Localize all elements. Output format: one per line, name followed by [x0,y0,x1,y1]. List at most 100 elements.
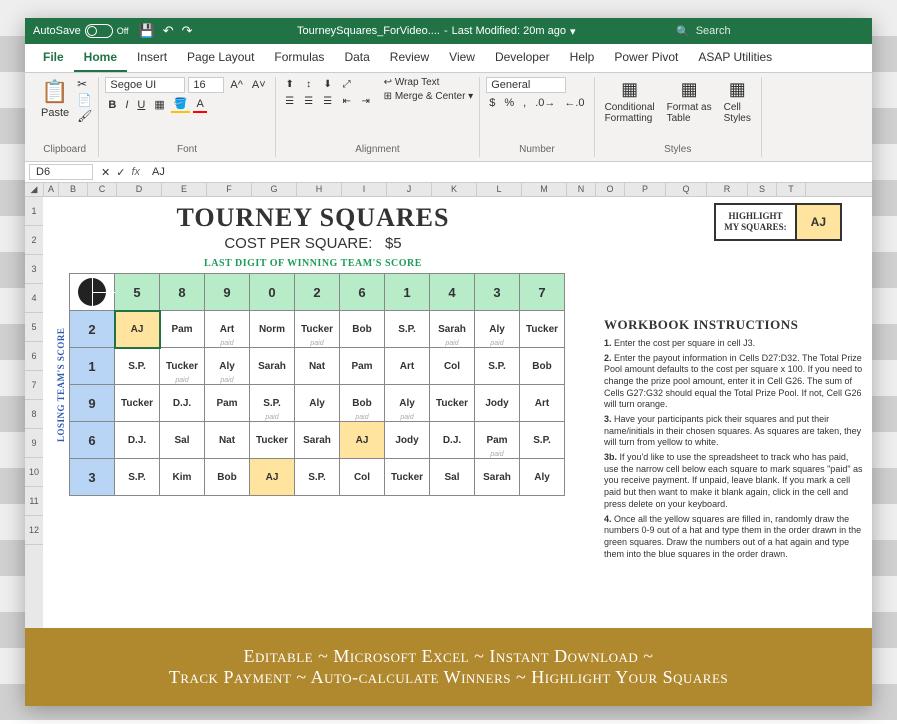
row-header[interactable]: 2 [25,226,43,255]
top-number-cell[interactable]: 3 [475,274,520,311]
square-cell[interactable]: AJ [250,459,295,496]
top-number-cell[interactable]: 5 [115,274,160,311]
align-top-icon[interactable]: ⬆ [282,77,298,91]
underline-button[interactable]: U [134,98,148,112]
col-header[interactable]: A [44,183,59,196]
col-header[interactable]: D [117,183,162,196]
row-header[interactable]: 3 [25,255,43,284]
cell-styles-button[interactable]: ▦Cell Styles [720,77,755,126]
copy-icon[interactable]: 📄 [77,93,92,107]
col-header[interactable]: T [777,183,806,196]
square-cell[interactable]: Tucker [250,422,295,459]
increase-decimal-icon[interactable]: .0→ [532,96,558,110]
italic-button[interactable]: I [122,98,131,112]
square-cell[interactable]: AJ [340,422,385,459]
left-number-cell[interactable]: 9 [70,385,115,422]
col-header[interactable]: G [252,183,297,196]
square-cell[interactable]: Sarahpaid [430,311,475,348]
font-color-icon[interactable]: A [193,97,206,113]
align-right-icon[interactable]: ☰ [320,94,336,108]
increase-indent-icon[interactable]: ⇥ [358,94,374,108]
square-cell[interactable]: Pam [340,348,385,385]
autosave-toggle[interactable]: AutoSave Off [33,24,129,38]
tab-view[interactable]: View [439,44,485,72]
search-box[interactable]: 🔍 Search [668,23,864,40]
square-cell[interactable]: AJ [115,311,160,348]
square-cell[interactable]: Pam [160,311,205,348]
square-cell[interactable]: Alypaid [205,348,250,385]
merge-center-button[interactable]: ⊞ Merge & Center ▾ [384,91,474,102]
square-cell[interactable]: Pam [205,385,250,422]
col-header[interactable]: L [477,183,522,196]
square-cell[interactable]: Kim [160,459,205,496]
col-header[interactable]: I [342,183,387,196]
row-header[interactable]: 12 [25,516,43,545]
square-cell[interactable]: Bobpaid [340,385,385,422]
square-cell[interactable]: Aly [295,385,340,422]
square-cell[interactable]: Artpaid [205,311,250,348]
square-cell[interactable]: D.J. [115,422,160,459]
row-header[interactable]: 5 [25,313,43,342]
col-header[interactable]: K [432,183,477,196]
cost-value[interactable]: $5 [385,235,402,252]
col-header[interactable]: S [748,183,777,196]
tab-data[interactable]: Data [334,44,379,72]
square-cell[interactable]: Tucker [115,385,160,422]
col-header[interactable]: E [162,183,207,196]
percent-icon[interactable]: % [501,96,517,110]
font-size-select[interactable]: 16 [188,77,224,93]
number-format-select[interactable]: General [486,77,566,93]
col-header[interactable]: Q [666,183,707,196]
top-number-cell[interactable]: 9 [205,274,250,311]
col-header[interactable]: P [625,183,666,196]
square-cell[interactable]: S.P. [385,311,430,348]
square-cell[interactable]: Bob [520,348,565,385]
square-cell[interactable]: Jody [385,422,430,459]
col-header[interactable]: M [522,183,567,196]
col-header[interactable]: B [59,183,88,196]
col-header[interactable]: R [707,183,748,196]
square-cell[interactable]: Nat [205,422,250,459]
highlight-value-cell[interactable]: AJ [795,205,840,239]
align-center-icon[interactable]: ☰ [301,94,317,108]
chevron-down-icon[interactable]: ▾ [570,25,576,38]
format-as-table-button[interactable]: ▦Format as Table [663,77,716,126]
save-icon[interactable]: 💾 [139,23,155,39]
tab-home[interactable]: Home [74,44,127,72]
tab-power-pivot[interactable]: Power Pivot [604,44,688,72]
square-cell[interactable]: Sal [430,459,475,496]
tab-help[interactable]: Help [560,44,605,72]
square-cell[interactable]: Tucker [520,311,565,348]
square-cell[interactable]: Tucker [385,459,430,496]
fill-color-icon[interactable]: 🪣 [171,96,191,113]
square-cell[interactable]: Col [340,459,385,496]
row-header[interactable]: 4 [25,284,43,313]
square-cell[interactable]: Pampaid [475,422,520,459]
square-cell[interactable]: Jody [475,385,520,422]
square-cell[interactable]: S.P. [520,422,565,459]
row-header[interactable]: 8 [25,400,43,429]
square-cell[interactable]: Bob [205,459,250,496]
orientation-icon[interactable]: ⤢ [339,77,355,91]
left-number-cell[interactable]: 1 [70,348,115,385]
decrease-indent-icon[interactable]: ⇤ [339,94,355,108]
square-cell[interactable]: Tucker [430,385,475,422]
square-cell[interactable]: Art [385,348,430,385]
square-cell[interactable]: Sarah [475,459,520,496]
col-header[interactable]: J [387,183,432,196]
square-cell[interactable]: Aly [520,459,565,496]
align-bottom-icon[interactable]: ⬇ [320,77,336,91]
top-number-cell[interactable]: 1 [385,274,430,311]
top-number-cell[interactable]: 4 [430,274,475,311]
select-all-corner[interactable]: ◢ [25,183,44,196]
left-number-cell[interactable]: 6 [70,422,115,459]
col-header[interactable]: F [207,183,252,196]
top-number-cell[interactable]: 8 [160,274,205,311]
cancel-icon[interactable]: ✕ [101,166,110,179]
col-header[interactable]: C [88,183,117,196]
square-cell[interactable]: Tuckerpaid [160,348,205,385]
row-header[interactable]: 9 [25,429,43,458]
square-cell[interactable]: Bob [340,311,385,348]
square-cell[interactable]: S.P. [115,348,160,385]
name-box[interactable]: D6 [29,164,93,180]
